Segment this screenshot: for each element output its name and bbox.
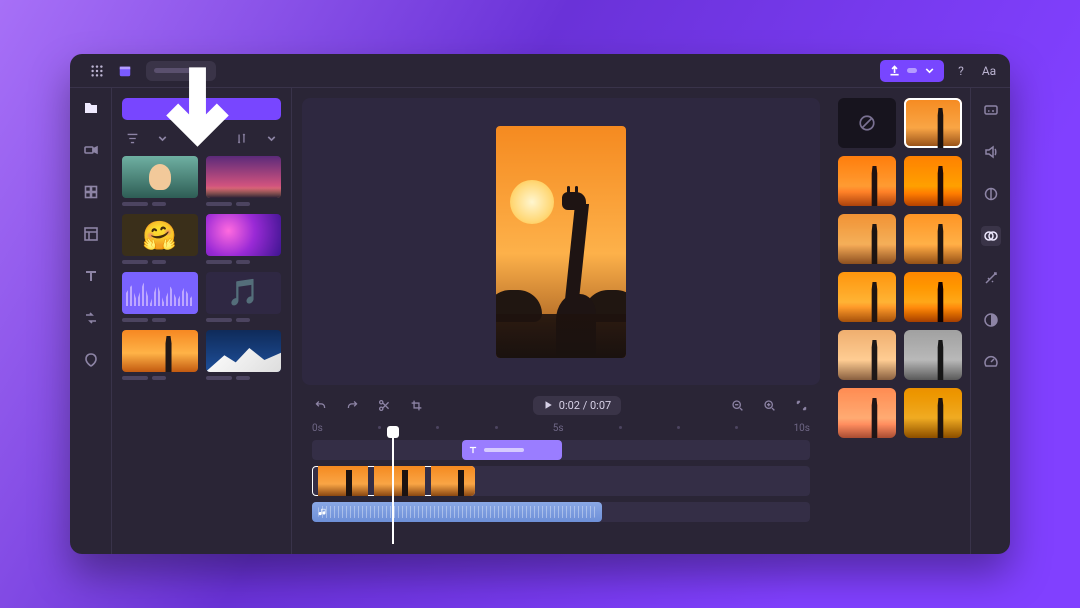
filter-warm[interactable] (838, 156, 896, 206)
play-icon (543, 400, 553, 410)
filter-original[interactable] (904, 98, 962, 148)
media-panel-toolbar (122, 128, 281, 148)
undo-button[interactable] (310, 395, 330, 415)
export-label (907, 68, 917, 73)
text-style-button[interactable]: Aa (978, 60, 1000, 82)
nav-transitions[interactable] (81, 308, 101, 328)
chevron-down-icon[interactable] (152, 128, 172, 148)
left-nav (70, 88, 112, 554)
audio-track[interactable] (312, 502, 810, 522)
timeline-ruler: 0s 5s 10s (292, 417, 830, 434)
audio-clip[interactable] (312, 502, 602, 522)
filters-panel (830, 88, 970, 554)
rail-audio[interactable] (981, 142, 1001, 162)
rail-filters[interactable] (981, 226, 1001, 246)
play-button[interactable]: 0:02 / 0:07 (533, 396, 621, 415)
timeline[interactable] (312, 440, 810, 540)
player-controls: 0:02 / 0:07 (292, 395, 830, 417)
rail-fade[interactable] (981, 310, 1001, 330)
media-panel: 🤗🎵 (112, 88, 292, 554)
filter-rich[interactable] (904, 272, 962, 322)
nav-brand[interactable] (81, 350, 101, 370)
filter-soft[interactable] (838, 214, 896, 264)
right-rail (970, 88, 1010, 554)
filter-gold[interactable] (838, 272, 896, 322)
media-thumb-giraffe-clip[interactable] (122, 330, 198, 380)
apps-grid-icon[interactable] (86, 60, 108, 82)
media-thumb-mountain-clip[interactable] (206, 330, 282, 380)
redo-button[interactable] (342, 395, 362, 415)
filter-b-w[interactable] (904, 330, 962, 380)
nav-templates[interactable] (81, 224, 101, 244)
text-track[interactable] (312, 440, 810, 460)
video-clip[interactable] (312, 466, 475, 496)
rail-captions[interactable] (981, 100, 1001, 120)
media-thumb-sunset-clip[interactable] (206, 156, 282, 206)
import-media-button[interactable] (122, 98, 281, 120)
split-button[interactable] (374, 395, 394, 415)
video-editor-app: ? Aa (70, 54, 1010, 554)
export-button[interactable] (880, 60, 944, 82)
nav-media[interactable] (81, 98, 101, 118)
nav-text[interactable] (81, 266, 101, 286)
media-thumb-neon-clip[interactable] (206, 214, 282, 264)
crop-button[interactable] (406, 395, 426, 415)
nav-record[interactable] (81, 140, 101, 160)
filter-peach[interactable] (838, 388, 896, 438)
media-thumb-music-note[interactable]: 🎵 (206, 272, 282, 322)
filter-sunset[interactable] (904, 388, 962, 438)
chevron-down-icon[interactable] (261, 128, 281, 148)
zoom-in-button[interactable] (760, 395, 780, 415)
text-clip[interactable] (462, 440, 562, 460)
text-icon (468, 445, 478, 455)
rail-speed[interactable] (981, 352, 1001, 372)
filter-fade[interactable] (838, 330, 896, 380)
media-thumb-emoji-clip[interactable]: 🤗 (122, 214, 198, 264)
filter-icon[interactable] (122, 128, 142, 148)
zoom-out-button[interactable] (728, 395, 748, 415)
media-thumb-audio-wave[interactable] (122, 272, 198, 322)
filter-none[interactable] (838, 98, 896, 148)
media-thumb-person-clip[interactable] (122, 156, 198, 206)
sort-icon[interactable] (231, 128, 251, 148)
filter-amber[interactable] (904, 214, 962, 264)
nav-library[interactable] (81, 182, 101, 202)
rail-adjust-color[interactable] (981, 184, 1001, 204)
rail-effects[interactable] (981, 268, 1001, 288)
filter-vivid[interactable] (904, 156, 962, 206)
time-display: 0:02 / 0:07 (559, 399, 611, 412)
preview-area (302, 98, 820, 385)
help-button[interactable]: ? (950, 60, 972, 82)
video-track[interactable] (312, 466, 810, 496)
preview-frame[interactable] (496, 126, 626, 358)
fit-button[interactable] (792, 395, 812, 415)
media-thumb-grid: 🤗🎵 (122, 156, 281, 380)
center-column: 0:02 / 0:07 0s 5s 10s (292, 88, 830, 554)
